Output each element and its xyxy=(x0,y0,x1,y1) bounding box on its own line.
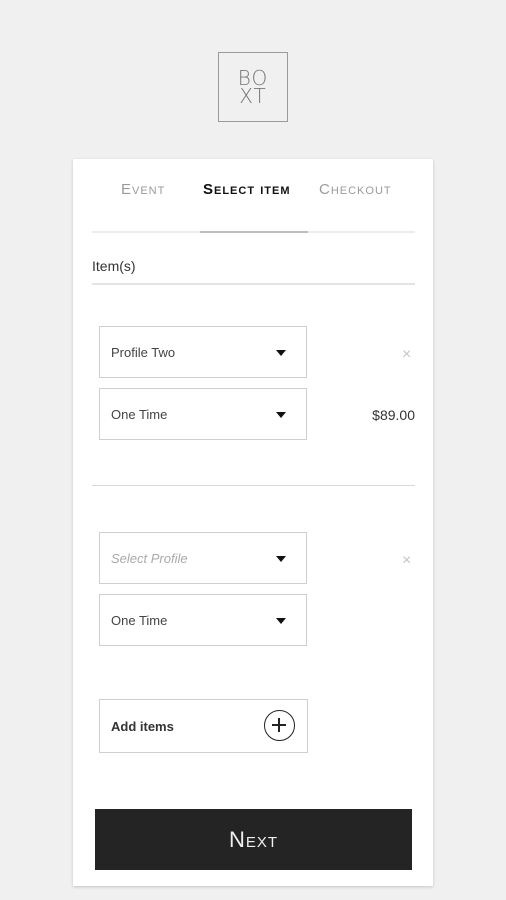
frequency-select-value: One Time xyxy=(111,407,168,422)
remove-item-icon[interactable]: × xyxy=(402,347,411,363)
profile-select-placeholder: Select Profile xyxy=(111,551,188,566)
section-divider xyxy=(92,283,415,285)
caret-down-icon xyxy=(276,350,286,356)
boxt-logo: BO XT xyxy=(218,52,288,122)
items-section-label: Item(s) xyxy=(92,258,136,274)
plus-circle-icon[interactable] xyxy=(264,710,295,741)
active-tab-indicator xyxy=(200,231,308,233)
profile-select[interactable]: Profile Two xyxy=(99,326,307,378)
tab-event[interactable]: Event xyxy=(121,181,165,198)
item-divider xyxy=(92,485,415,486)
frequency-select-value: One Time xyxy=(111,613,168,628)
caret-down-icon xyxy=(276,618,286,624)
frequency-select[interactable]: One Time xyxy=(99,388,307,440)
add-items-label: Add items xyxy=(111,719,174,734)
frequency-select[interactable]: One Time xyxy=(99,594,307,646)
profile-select-value: Profile Two xyxy=(111,345,176,360)
caret-down-icon xyxy=(276,412,286,418)
booking-card: Event Select item Checkout Item(s) Profi… xyxy=(73,159,433,886)
logo-line-2: XT xyxy=(239,84,267,108)
tab-checkout[interactable]: Checkout xyxy=(319,181,392,198)
next-button[interactable]: Next xyxy=(95,809,412,870)
add-items-button[interactable]: Add items xyxy=(99,699,308,753)
step-tabs: Event Select item Checkout xyxy=(73,159,433,235)
remove-item-icon[interactable]: × xyxy=(402,553,411,569)
caret-down-icon xyxy=(276,556,286,562)
tab-select-item[interactable]: Select item xyxy=(203,181,291,198)
profile-select[interactable]: Select Profile xyxy=(99,532,307,584)
item-price: $89.00 xyxy=(372,407,415,423)
